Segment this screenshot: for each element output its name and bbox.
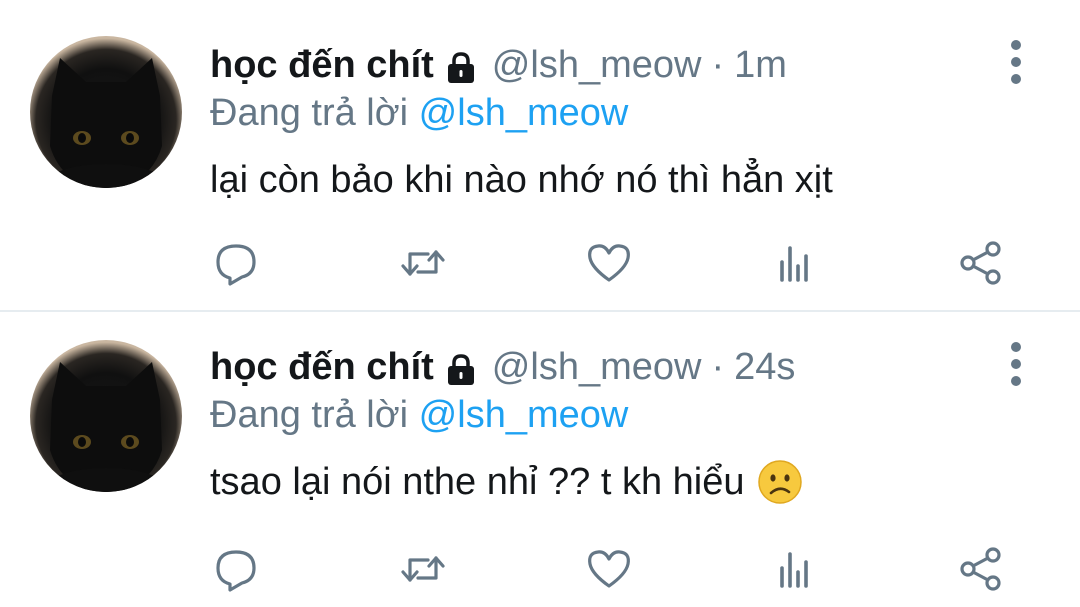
- share-icon[interactable]: [956, 544, 1006, 594]
- like-icon[interactable]: [584, 238, 634, 288]
- tweet-text-content: tsao lại nói nthe nhỉ ?? t kh hiểu: [210, 461, 745, 503]
- separator-dot: ·: [711, 44, 725, 86]
- stats-icon[interactable]: [770, 544, 820, 594]
- tweet[interactable]: học đến chít @lsh_meow · 1m Đang trả lời…: [0, 0, 1080, 312]
- avatar[interactable]: [30, 340, 182, 492]
- user-handle[interactable]: @lsh_meow: [492, 40, 702, 90]
- retweet-icon[interactable]: [398, 544, 448, 594]
- reply-icon[interactable]: [212, 544, 262, 594]
- replying-to: Đang trả lời @lsh_meow: [210, 392, 628, 438]
- display-name[interactable]: học đến chít: [210, 342, 434, 392]
- black-cat-photo: [46, 362, 166, 492]
- frowning-face-emoji-icon: [757, 459, 803, 505]
- display-name[interactable]: học đến chít: [210, 40, 434, 90]
- tweet-header: học đến chít @lsh_meow · 24s: [210, 342, 795, 392]
- action-bar: [0, 238, 1080, 288]
- tweet-text-content: lại còn bảo khi nào nhớ nó thì hẳn xịt: [210, 159, 833, 201]
- reply-icon[interactable]: [212, 238, 262, 288]
- separator-dot: ·: [711, 346, 725, 388]
- action-bar: [0, 544, 1080, 594]
- replying-to-handle[interactable]: @lsh_meow: [419, 92, 629, 134]
- replying-to-prefix: Đang trả lời: [210, 394, 409, 436]
- lock-icon: [444, 350, 478, 385]
- tweet-header: học đến chít @lsh_meow · 1m: [210, 40, 787, 90]
- tweet-text: tsao lại nói nthe nhỉ ?? t kh hiểu: [210, 457, 803, 507]
- user-handle[interactable]: @lsh_meow: [492, 342, 702, 392]
- avatar[interactable]: [30, 36, 182, 188]
- replying-to-handle[interactable]: @lsh_meow: [419, 394, 629, 436]
- more-options-icon[interactable]: [1002, 342, 1030, 386]
- replying-to-prefix: Đang trả lời: [210, 92, 409, 134]
- stats-icon[interactable]: [770, 238, 820, 288]
- tweet-text: lại còn bảo khi nào nhớ nó thì hẳn xịt: [210, 155, 833, 205]
- share-icon[interactable]: [956, 238, 1006, 288]
- retweet-icon[interactable]: [398, 238, 448, 288]
- lock-icon: [444, 48, 478, 83]
- timestamp[interactable]: 24s: [734, 342, 795, 392]
- like-icon[interactable]: [584, 544, 634, 594]
- replying-to: Đang trả lời @lsh_meow: [210, 90, 628, 136]
- tweet[interactable]: học đến chít @lsh_meow · 24s Đang trả lờ…: [0, 312, 1080, 607]
- timestamp[interactable]: 1m: [734, 40, 787, 90]
- more-options-icon[interactable]: [1002, 40, 1030, 84]
- black-cat-photo: [46, 58, 166, 188]
